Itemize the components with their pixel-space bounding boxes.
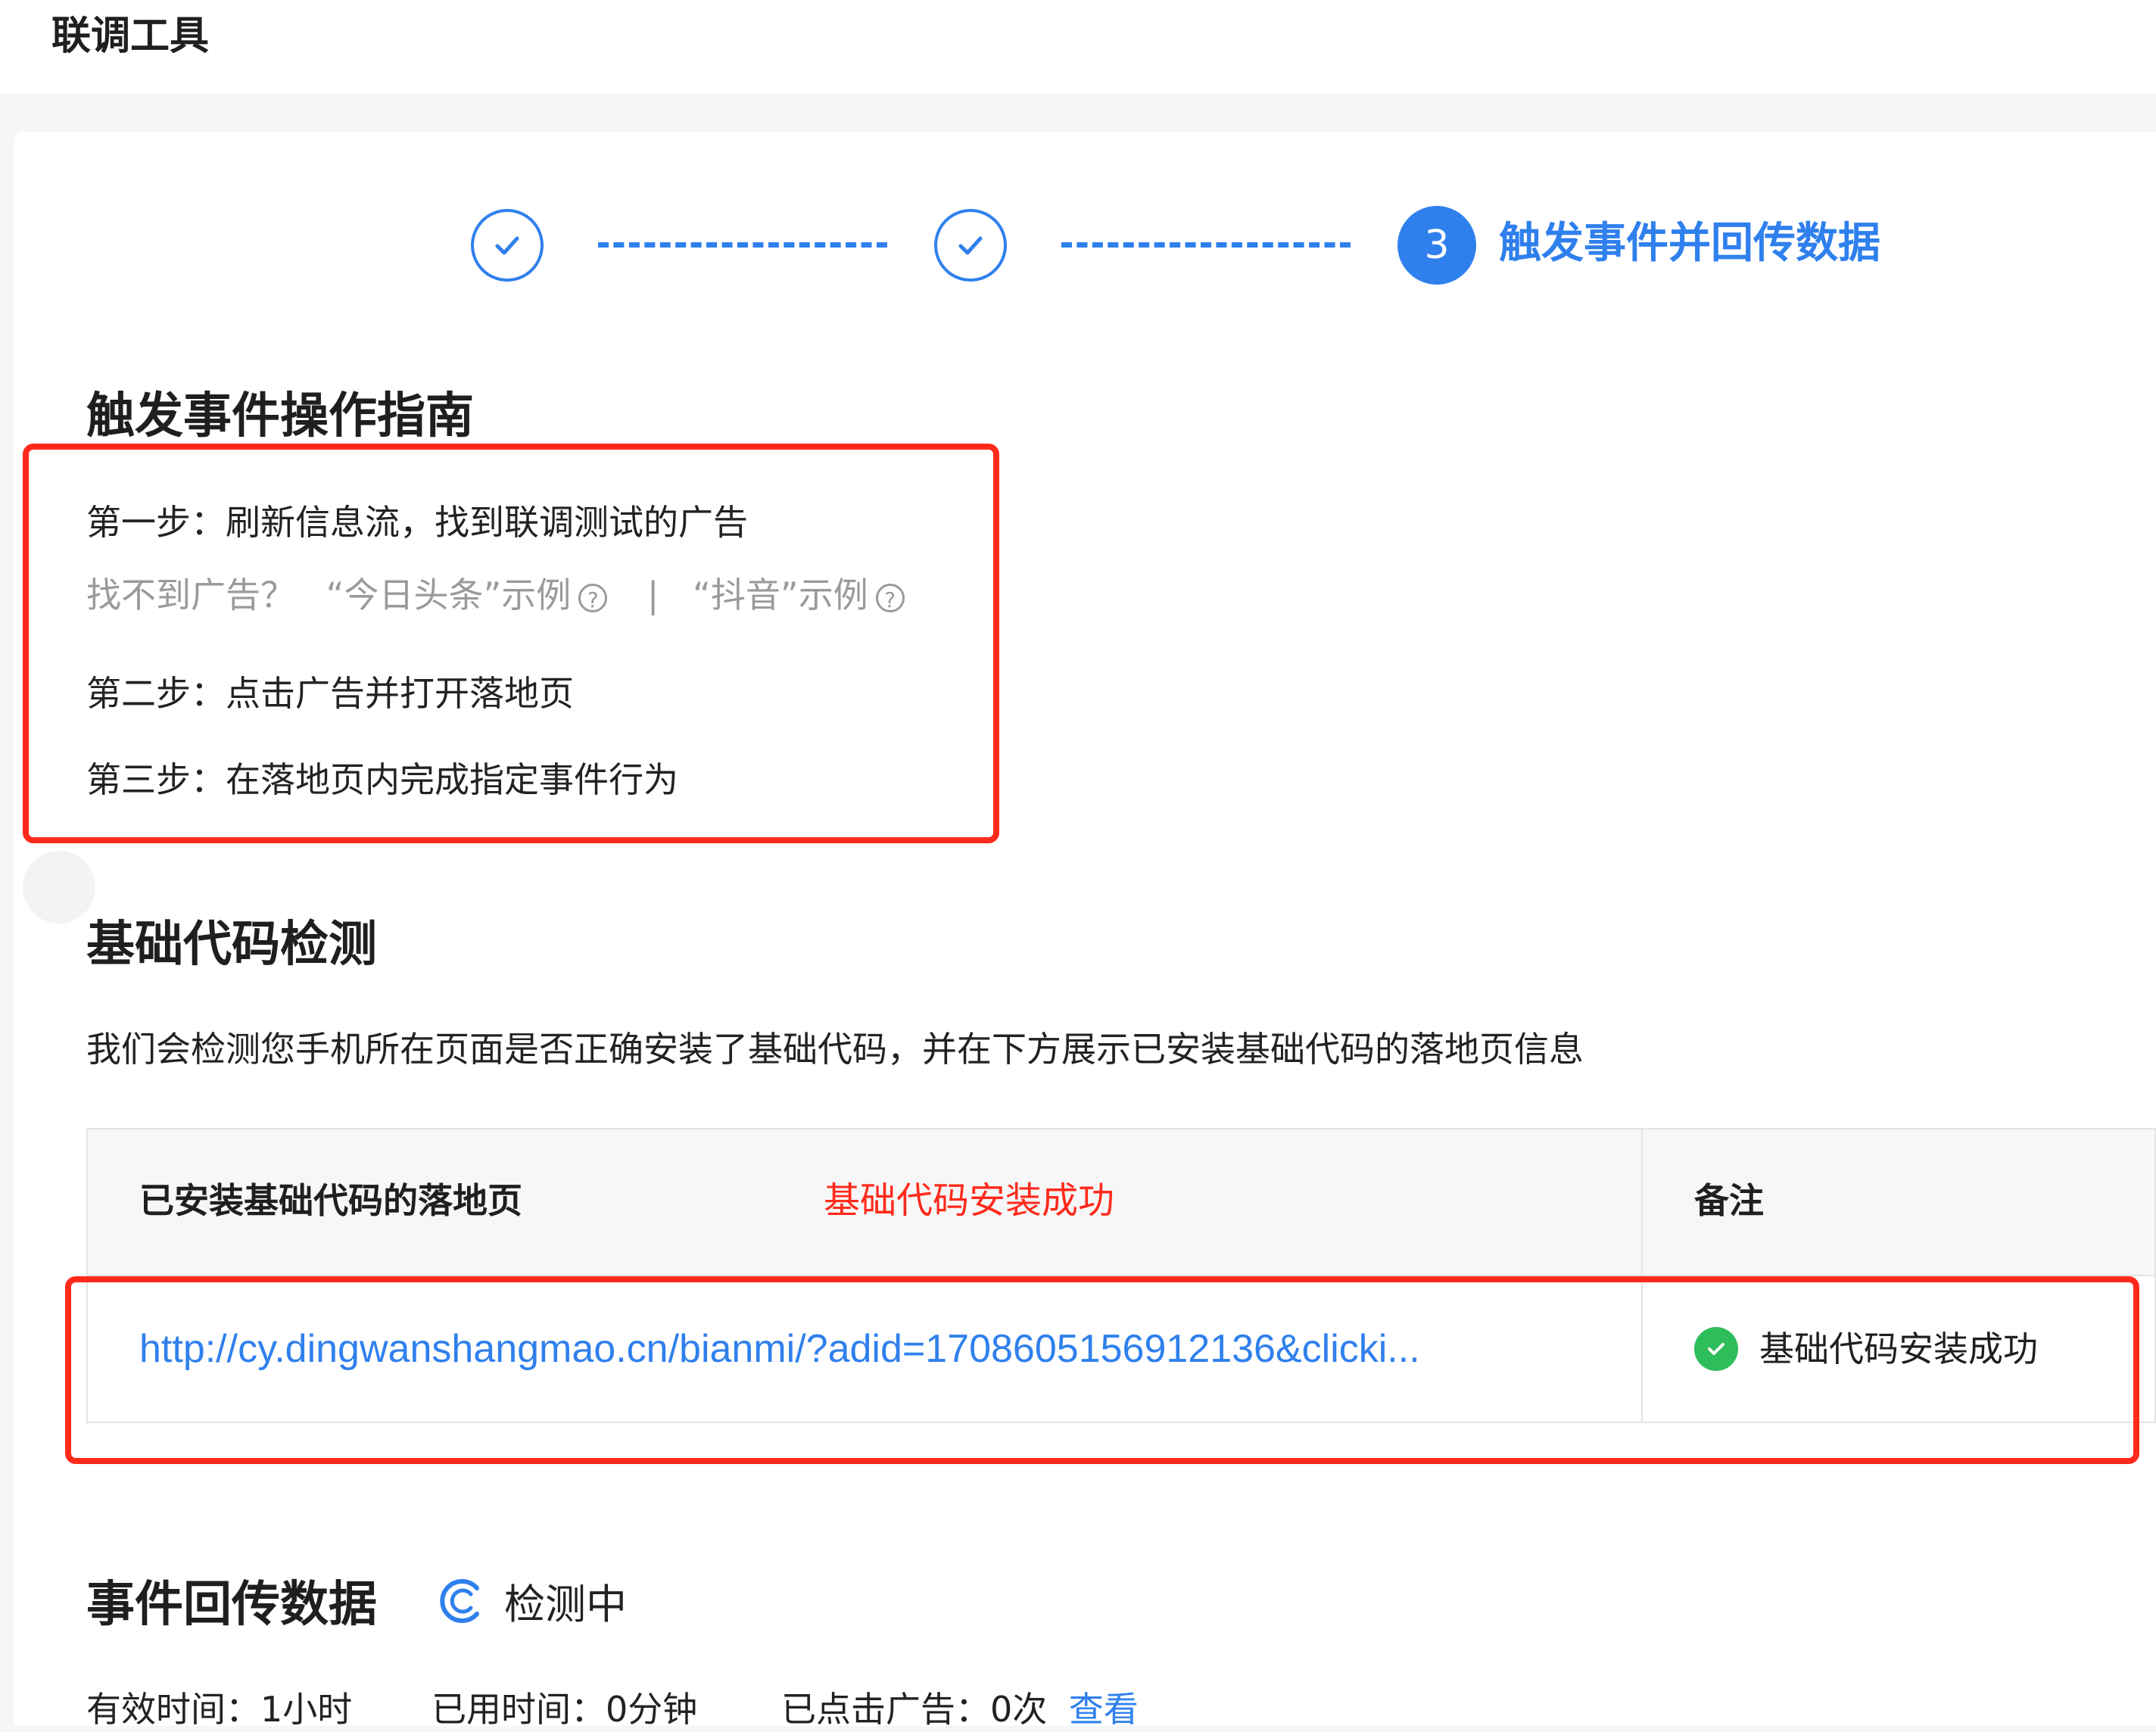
clicked-ads: 已点击广告：0次 查看 [781,1687,1139,1732]
code-check-heading: 基础代码检测 [86,917,377,973]
guide-step-3: 第三步：在落地页内完成指定事件行为 [86,759,678,800]
guide-step-1: 第一步：刷新信息流，找到联调测试的广告 [86,502,748,543]
view-link[interactable]: 查看 [1069,1689,1139,1730]
valid-time: 有效时间：1小时 [86,1689,353,1730]
clicked-ads-count: 已点击广告：0次 [781,1689,1048,1730]
guide-help-row: 找不到广告？ “今日头条”示例? | “抖音”示例? [86,572,911,618]
step-connector [1061,242,1351,248]
loading-spinner-icon [440,1579,479,1623]
annotation-box-table-row [65,1276,2139,1464]
separator: | [646,575,659,615]
example-toutiao-link[interactable]: “今日头条”示例 [326,575,572,615]
scroll-anchor-dot [23,851,95,924]
example-douyin-link[interactable]: “抖音”示例 [693,575,868,615]
table-header: 已安装基础代码的落地页 基础代码安装成功 备注 [88,1129,2154,1276]
guide-step-2: 第二步：点击广告并打开落地页 [86,673,574,714]
column-header-note: 备注 [1694,1180,1764,1221]
column-header-landing-page: 已安装基础代码的落地页 [139,1180,522,1221]
guide-heading: 触发事件操作指南 [86,388,474,444]
annotation-install-success: 基础代码安装成功 [824,1179,1115,1222]
events-heading: 事件回传数据 [86,1577,377,1633]
step-1-complete-icon [471,209,544,282]
step-3-number: 3 [1397,206,1476,285]
events-status: 检测中 [504,1581,627,1628]
help-icon[interactable]: ? [578,583,608,612]
app-title: 联调工具 [51,14,210,59]
step-connector [598,242,887,248]
step-3-label: 触发事件并回传数据 [1499,219,1880,268]
help-prefix: 找不到广告？ [86,575,295,615]
step-2-complete-icon [934,209,1007,282]
top-bar: 联调工具 [0,0,2156,94]
used-time: 已用时间：0分钟 [432,1689,698,1730]
code-check-description: 我们会检测您手机所在页面是否正确安装了基础代码，并在下方展示已安装基础代码的落地… [86,1029,1584,1070]
help-icon[interactable]: ? [875,583,905,612]
